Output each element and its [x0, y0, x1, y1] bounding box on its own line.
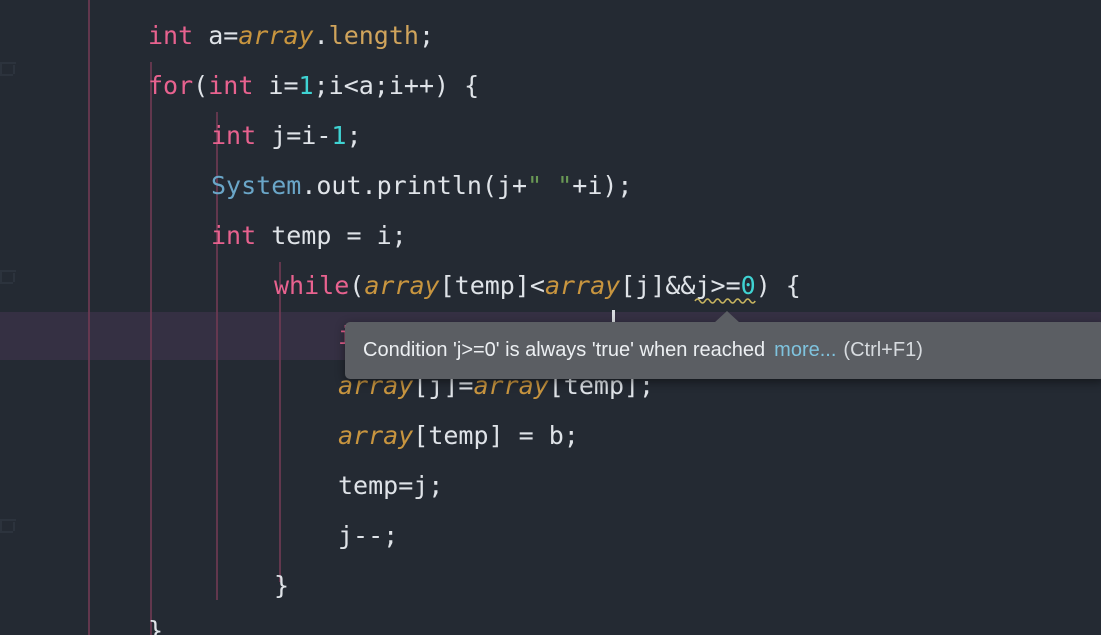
token-close: ) { — [434, 71, 480, 100]
token-field: out — [316, 171, 362, 200]
token-semicolon: ; — [418, 21, 435, 50]
token-keyword: int — [148, 21, 194, 50]
tooltip-arrow — [714, 311, 740, 323]
inspection-squiggle[interactable]: j>=0 — [694, 261, 757, 311]
token-tail: +i); — [572, 171, 633, 200]
token-field: array — [544, 271, 621, 300]
inspection-tooltip[interactable]: Condition 'j>=0' is always 'true' when r… — [345, 322, 1101, 379]
token-rest: temp = i; — [256, 221, 407, 250]
code-line[interactable]: for(int i=1;i<a;i++) { — [148, 61, 479, 111]
token-statement: temp=j; — [338, 471, 444, 500]
token-statement: j--; — [338, 521, 399, 550]
token-keyword: int — [211, 121, 257, 150]
token-number: 1 — [298, 71, 314, 100]
token-keyword: int — [208, 71, 254, 100]
token-field: array — [364, 271, 440, 300]
token-close: ) { — [755, 271, 801, 300]
token-keyword: for — [148, 71, 194, 100]
token-field: array — [338, 421, 414, 450]
token-tail: [temp] = b; — [413, 421, 579, 450]
token-identifier: j=i- — [256, 121, 332, 150]
code-line[interactable]: int temp = i; — [211, 211, 407, 261]
token-dot: . — [313, 21, 329, 50]
token-string: " " — [527, 171, 573, 200]
token-property: length — [328, 21, 419, 50]
code-line[interactable]: while(array[temp]<array[j]&&j>=0) { — [274, 261, 801, 311]
token-method: println(j+ — [376, 171, 528, 200]
code-line[interactable]: int a=array.length; — [148, 11, 434, 61]
code-line[interactable]: array[temp] = b; — [338, 411, 579, 461]
token-keyword: int — [211, 221, 257, 250]
code-editor[interactable]: int a=array.length; for(int i=1;i<a;i++)… — [0, 0, 1101, 635]
token-dot: . — [361, 171, 377, 200]
token-index: [temp]< — [439, 271, 545, 300]
token-paren: ( — [349, 271, 365, 300]
token-field: array — [238, 21, 314, 50]
token-number: 0 — [740, 271, 756, 300]
squiggle-line-icon — [694, 298, 757, 304]
code-line[interactable]: } — [274, 561, 289, 611]
tooltip-message: Condition 'j>=0' is always 'true' when r… — [363, 338, 766, 361]
token-condition: ;i<a;i++ — [313, 71, 435, 100]
code-line[interactable]: System.out.println(j+" "+i); — [211, 161, 632, 211]
token-index: [j]&& — [620, 271, 696, 300]
code-line[interactable]: int j=i-1; — [211, 111, 362, 161]
tooltip-more-link[interactable]: more... — [774, 339, 836, 362]
token-number: 1 — [331, 121, 347, 150]
token-semicolon: ; — [346, 121, 362, 150]
token-brace: } — [148, 616, 164, 635]
token-class: System — [211, 171, 302, 200]
token-brace: } — [274, 571, 290, 600]
tooltip-shortcut: (Ctrl+F1) — [843, 338, 923, 361]
token-condition: j>= — [695, 271, 741, 300]
token-identifier: i= — [253, 71, 299, 100]
code-line[interactable]: } — [148, 606, 163, 635]
code-line[interactable]: temp=j; — [338, 461, 443, 511]
token-keyword: while — [274, 271, 350, 300]
token-identifier: a= — [208, 21, 239, 50]
code-content[interactable]: int a=array.length; for(int i=1;i<a;i++)… — [0, 0, 1101, 635]
token-paren: ( — [193, 71, 209, 100]
token-dot: . — [301, 171, 317, 200]
code-line[interactable]: j--; — [338, 511, 398, 561]
